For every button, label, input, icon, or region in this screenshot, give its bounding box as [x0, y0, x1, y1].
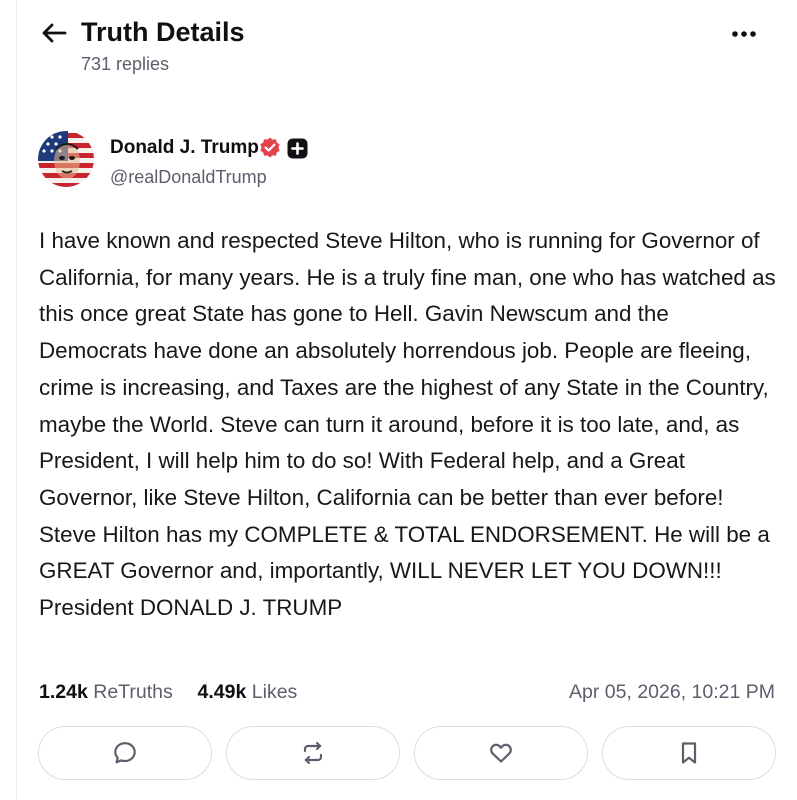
heart-icon: [490, 743, 512, 763]
author-name[interactable]: Donald J. Trump: [110, 136, 259, 160]
avatar[interactable]: [38, 131, 94, 187]
bookmark-button[interactable]: [602, 726, 776, 780]
more-horizontal-icon: [732, 31, 756, 37]
chat-bubble-icon: [114, 742, 136, 764]
post-stats: 1.24k ReTruths 4.49k Likes: [39, 679, 297, 705]
more-options-button[interactable]: [726, 22, 762, 46]
retruth-button[interactable]: [226, 726, 400, 780]
repost-icon: [303, 741, 323, 765]
avatar-image: [38, 131, 94, 187]
back-button[interactable]: [38, 18, 70, 48]
retruths-count: 1.24k: [39, 681, 88, 703]
page-title: Truth Details: [81, 17, 245, 47]
author-handle[interactable]: @realDonaldTrump: [110, 166, 267, 188]
post-timestamp: Apr 05, 2026, 10:21 PM: [569, 681, 775, 703]
likes-stat[interactable]: 4.49k Likes: [198, 681, 298, 703]
reply-button[interactable]: [38, 726, 212, 780]
bookmark-icon: [681, 742, 697, 764]
verified-badge-icon: [258, 136, 282, 160]
like-button[interactable]: [414, 726, 588, 780]
truth-plus-badge-icon: [287, 138, 308, 159]
post-text: I have known and respected Steve Hilton,…: [39, 228, 776, 621]
reply-count: 731 replies: [81, 54, 170, 74]
likes-label: Likes: [251, 681, 298, 703]
retruths-label: ReTruths: [93, 681, 173, 703]
back-arrow-icon: [42, 23, 67, 43]
left-divider: [16, 0, 17, 800]
retruths-stat[interactable]: 1.24k ReTruths: [39, 681, 178, 703]
likes-count: 4.49k: [197, 681, 247, 703]
